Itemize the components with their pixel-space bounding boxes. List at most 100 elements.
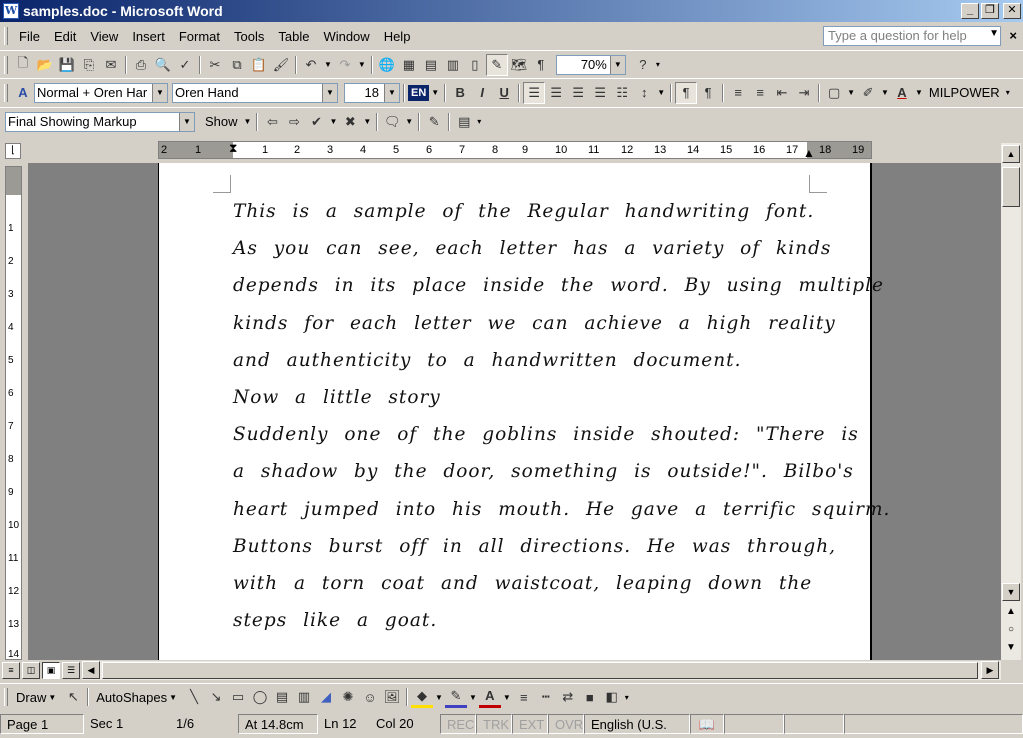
status-trk[interactable]: TRK <box>476 714 512 734</box>
save-icon[interactable]: 💾 <box>56 54 78 76</box>
arrow-tool-icon[interactable]: ↘ <box>205 686 227 708</box>
rtl-direction-icon[interactable]: ¶ <box>697 82 719 104</box>
permission-icon[interactable]: ⎘ <box>78 54 100 76</box>
hyperlink-icon[interactable]: 🌐 <box>376 54 398 76</box>
help-question-input[interactable]: Type a question for help <box>823 26 1001 46</box>
status-language[interactable]: English (U.S. <box>584 714 690 734</box>
scroll-up-icon[interactable]: ▲ <box>1002 145 1020 163</box>
language-dropdown-icon[interactable]: ▼ <box>431 88 439 97</box>
tables-borders-icon[interactable]: ▦ <box>398 54 420 76</box>
insert-picture-icon[interactable]: 🖼 <box>381 686 403 708</box>
document-body[interactable]: This is a sample of the Regular handwrit… <box>233 193 889 639</box>
drawing-icon[interactable]: ✎ <box>485 53 508 76</box>
previous-page-icon[interactable]: ▲ <box>1002 603 1020 621</box>
insert-excel-icon[interactable]: ▥ <box>442 54 464 76</box>
menu-tools[interactable]: Tools <box>227 26 271 47</box>
diagram-icon[interactable]: ✺ <box>337 686 359 708</box>
3d-style-icon[interactable]: ◧ <box>601 686 623 708</box>
zoom-select[interactable]: 70% ▼ <box>555 54 626 75</box>
previous-change-icon[interactable]: ⇦ <box>261 111 283 133</box>
new-document-icon[interactable]: 🗋 <box>12 54 34 76</box>
increase-indent-icon[interactable]: ⇥ <box>793 82 815 104</box>
menu-view[interactable]: View <box>83 26 125 47</box>
font-select[interactable]: Oren Hand ▼ <box>172 82 338 103</box>
line-tool-icon[interactable]: ╲ <box>183 686 205 708</box>
decrease-indent-icon[interactable]: ⇤ <box>771 82 793 104</box>
autoshapes-menu-button[interactable]: AutoShapes ▼ <box>92 690 183 705</box>
menu-edit[interactable]: Edit <box>47 26 83 47</box>
chevron-down-icon[interactable]: ▼ <box>152 83 167 102</box>
milpower-button[interactable]: MILPOWER <box>925 85 1004 100</box>
maximize-button[interactable]: ❐ <box>981 3 999 19</box>
help-icon[interactable]: ? <box>632 54 654 76</box>
toolbar-grip[interactable] <box>4 688 8 706</box>
oval-tool-icon[interactable]: ◯ <box>249 686 271 708</box>
email-icon[interactable]: ✉ <box>100 54 122 76</box>
toolbar-options-icon[interactable]: ▾ <box>656 60 660 69</box>
insert-comment-icon[interactable]: 🗨 <box>381 111 403 133</box>
minimize-button[interactable]: _ <box>961 3 979 19</box>
ltr-direction-icon[interactable]: ¶ <box>675 81 698 104</box>
shadow-style-icon[interactable]: ■ <box>579 686 601 708</box>
toolbar-grip[interactable] <box>4 27 8 45</box>
justify-icon[interactable]: ☰ <box>589 82 611 104</box>
open-folder-icon[interactable]: 📂 <box>34 54 56 76</box>
chevron-down-icon[interactable]: ▼ <box>179 112 194 131</box>
status-ext[interactable]: EXT <box>512 714 548 734</box>
toolbar-grip[interactable] <box>4 83 8 102</box>
drawing-font-color-icon[interactable]: A <box>478 686 501 708</box>
redo-icon[interactable]: ↷ <box>334 54 356 76</box>
reject-change-icon[interactable]: ✖ <box>339 111 361 133</box>
outline-view-icon[interactable]: ☰ <box>62 662 80 679</box>
underline-button[interactable]: U <box>493 82 515 104</box>
print-icon[interactable]: ⎙ <box>130 54 152 76</box>
styles-formatting-icon[interactable]: A <box>12 82 34 104</box>
spelling-status-icon[interactable]: 📖 <box>690 714 724 734</box>
dash-style-icon[interactable]: ┅ <box>535 686 557 708</box>
font-color-dropdown-icon[interactable]: ▼ <box>915 88 923 97</box>
line-spacing-dropdown-icon[interactable]: ▼ <box>657 88 665 97</box>
menu-insert[interactable]: Insert <box>125 26 172 47</box>
toolbar-options-icon[interactable]: ▾ <box>1006 88 1010 97</box>
select-objects-icon[interactable]: ↖ <box>62 686 84 708</box>
select-browse-object-icon[interactable]: ○ <box>1002 621 1020 639</box>
next-page-icon[interactable]: ▼ <box>1002 639 1020 657</box>
comment-dropdown-icon[interactable]: ▼ <box>405 117 413 126</box>
line-spacing-icon[interactable]: ↕ <box>633 82 655 104</box>
scroll-right-icon[interactable]: ▶ <box>981 661 999 679</box>
align-left-icon[interactable]: ☰ <box>523 81 546 104</box>
document-page[interactable]: This is a sample of the Regular handwrit… <box>158 163 889 660</box>
columns-icon[interactable]: ▯ <box>464 54 486 76</box>
show-menu-button[interactable]: Show <box>201 114 242 129</box>
rectangle-tool-icon[interactable]: ▭ <box>227 686 249 708</box>
fill-color-icon[interactable]: ◆ <box>411 686 434 708</box>
borders-dropdown-icon[interactable]: ▼ <box>847 88 855 97</box>
document-close-button[interactable]: × <box>1009 28 1017 43</box>
undo-dropdown-icon[interactable]: ▼ <box>324 60 332 69</box>
spelling-icon[interactable]: ✓ <box>174 54 196 76</box>
distributed-icon[interactable]: ☷ <box>611 82 633 104</box>
vertical-text-box-icon[interactable]: ▥ <box>293 686 315 708</box>
align-center-icon[interactable]: ☰ <box>545 82 567 104</box>
web-layout-view-icon[interactable]: ◫ <box>22 662 40 679</box>
cut-icon[interactable]: ✂ <box>204 54 226 76</box>
show-hide-pilcrow-icon[interactable]: ¶ <box>530 54 552 76</box>
first-line-indent-marker-icon[interactable]: ⧗ <box>229 141 237 156</box>
line-style-icon[interactable]: ≡ <box>513 686 535 708</box>
document-map-icon[interactable]: 🗺 <box>508 54 530 76</box>
arrow-style-icon[interactable]: ⇄ <box>557 686 579 708</box>
chevron-down-icon[interactable]: ▼ <box>609 55 625 74</box>
borders-icon[interactable]: ▢ <box>823 82 845 104</box>
copy-icon[interactable]: ⧉ <box>226 54 248 76</box>
clip-art-icon[interactable]: ☺ <box>359 686 381 708</box>
accept-change-icon[interactable]: ✔ <box>305 111 327 133</box>
menu-file[interactable]: File <box>12 26 47 47</box>
scroll-down-icon[interactable]: ▼ <box>1002 583 1020 601</box>
drawing-font-color-dropdown-icon[interactable]: ▼ <box>503 693 511 702</box>
scroll-left-icon[interactable]: ◀ <box>82 661 100 679</box>
menu-help[interactable]: Help <box>377 26 418 47</box>
insert-table-icon[interactable]: ▤ <box>420 54 442 76</box>
next-change-icon[interactable]: ⇨ <box>283 111 305 133</box>
normal-view-icon[interactable]: ≡ <box>2 662 20 679</box>
print-layout-view-icon[interactable]: ▣ <box>42 662 60 679</box>
